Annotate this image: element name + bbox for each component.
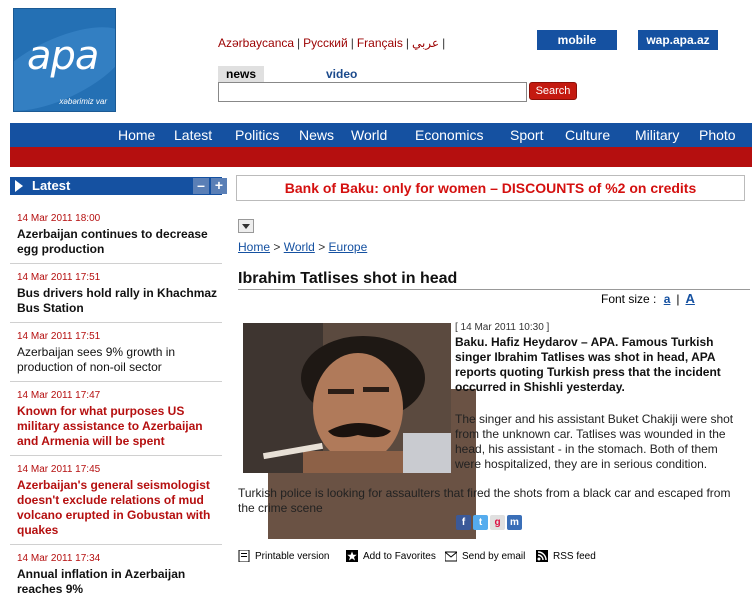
expand-button[interactable]: + — [211, 178, 227, 194]
article-paragraph: Turkish police is looking for assaulters… — [238, 486, 731, 515]
send-by-email-link[interactable]: Send by email — [444, 549, 526, 565]
news-title-link[interactable]: Azerbaijan's general seismologist doesn'… — [17, 478, 222, 538]
latest-news-list: 14 Mar 2011 18:00 Azerbaijan continues t… — [10, 205, 222, 600]
sub-nav-bar — [10, 147, 752, 167]
news-date: 14 Mar 2011 17:51 — [17, 272, 101, 283]
mobile-link[interactable]: mobile — [537, 30, 617, 50]
nav-item-sport[interactable]: Sport — [510, 123, 543, 147]
rss-feed-label: RSS feed — [553, 551, 596, 562]
article-lead: Baku. Hafiz Heydarov – APA. Famous Turki… — [455, 335, 721, 394]
send-by-email-label: Send by email — [462, 551, 526, 562]
article-date: [ 14 Mar 2011 10:30 ] — [455, 322, 550, 333]
lang-french[interactable]: Français — [357, 36, 403, 50]
main-nav: Home Latest Politics News World Economic… — [10, 123, 752, 147]
add-to-favorites-link[interactable]: Add to Favorites — [346, 549, 436, 565]
wap-link[interactable]: wap.apa.az — [638, 30, 718, 50]
search-tab-news[interactable]: news — [218, 66, 265, 82]
search-tab-video[interactable]: video — [318, 66, 365, 82]
search-input[interactable] — [218, 82, 527, 102]
breadcrumb-home[interactable]: Home — [238, 240, 270, 254]
nav-item-home[interactable]: Home — [118, 123, 155, 147]
google-buzz-icon[interactable]: g — [490, 515, 505, 530]
nav-item-military[interactable]: Military — [635, 123, 679, 147]
lang-arabic[interactable]: عربي — [412, 36, 439, 50]
printable-version-label: Printable version — [255, 551, 330, 562]
language-switcher: Azərbaycanca | Русский | Français | عربي | — [218, 36, 446, 50]
news-date: 14 Mar 2011 17:47 — [17, 390, 101, 401]
font-size-label: Font size : — [601, 292, 657, 306]
twitter-icon[interactable]: t — [473, 515, 488, 530]
rss-feed-link[interactable]: RSS feed — [536, 549, 596, 565]
star-icon — [346, 550, 358, 563]
breadcrumb-separator: > — [273, 240, 281, 254]
article-tools: Printable version Add to Favorites Send … — [238, 549, 750, 567]
nav-item-culture[interactable]: Culture — [565, 123, 610, 147]
lang-azerbaijani[interactable]: Azərbaycanca — [218, 36, 294, 50]
email-icon — [444, 550, 458, 562]
list-item[interactable]: 14 Mar 2011 17:51 Bus drivers hold rally… — [10, 264, 222, 323]
news-title-link[interactable]: Azerbaijan continues to decrease egg pro… — [17, 227, 222, 257]
breadcrumb: Home > World > Europe — [238, 240, 367, 254]
news-title-link[interactable]: Known for what purposes US military assi… — [17, 404, 222, 449]
latest-title: Latest — [32, 178, 71, 193]
list-item[interactable]: 14 Mar 2011 17:45 Azerbaijan's general s… — [10, 456, 222, 545]
article-title: Ibrahim Tatlises shot in head — [238, 270, 458, 287]
news-title-link[interactable]: Bus drivers hold rally in Khachmaz Bus S… — [17, 286, 222, 316]
article-paragraph: The singer and his assistant Buket Chaki… — [455, 412, 734, 471]
search-tabs: news photo video — [218, 66, 526, 539]
logo-text: apa — [27, 33, 99, 79]
news-date: 14 Mar 2011 17:34 — [17, 553, 101, 564]
news-title-link[interactable]: Annual inflation in Azerbaijan reaches 9… — [17, 567, 222, 597]
list-item[interactable]: 14 Mar 2011 17:34 Annual inflation in Az… — [10, 545, 222, 600]
ad-banner[interactable]: Bank of Baku: only for women – DISCOUNTS… — [236, 175, 745, 201]
news-date: 14 Mar 2011 18:00 — [17, 213, 101, 224]
add-to-favorites-label: Add to Favorites — [363, 551, 436, 562]
news-date: 14 Mar 2011 17:45 — [17, 464, 101, 475]
font-size-separator: | — [676, 292, 680, 306]
apa-logo[interactable]: apa xəbərimiz var — [13, 8, 116, 112]
rss-icon — [536, 550, 548, 563]
portrait-image — [243, 323, 451, 473]
title-divider — [238, 289, 750, 290]
logo-tagline: xəbərimiz var — [59, 97, 107, 106]
triangle-right-icon — [15, 180, 23, 192]
article-photo — [243, 323, 451, 473]
font-size-small-button[interactable]: a — [664, 292, 671, 306]
collapse-button[interactable]: – — [193, 178, 209, 194]
nav-item-economics[interactable]: Economics — [415, 123, 483, 147]
breadcrumb-europe[interactable]: Europe — [329, 240, 368, 254]
nav-item-photo[interactable]: Photo — [699, 123, 736, 147]
chevron-down-icon[interactable] — [238, 219, 254, 233]
printable-version-link[interactable]: Printable version — [238, 549, 329, 565]
list-item[interactable]: 14 Mar 2011 17:51 Azerbaijan sees 9% gro… — [10, 323, 222, 382]
latest-header: Latest – + — [10, 177, 227, 195]
news-title-link[interactable]: Azerbaijan sees 9% growth in production … — [17, 345, 222, 375]
breadcrumb-separator: > — [318, 240, 326, 254]
nav-item-news[interactable]: News — [299, 123, 334, 147]
search-button[interactable]: Search — [529, 82, 577, 100]
list-item[interactable]: 14 Mar 2011 17:47 Known for what purpose… — [10, 382, 222, 456]
share-buttons: ftgm — [456, 514, 524, 530]
news-date: 14 Mar 2011 17:51 — [17, 331, 101, 342]
font-size-control: Font size : a | A — [601, 291, 699, 306]
myspace-icon[interactable]: m — [507, 515, 522, 530]
lang-russian[interactable]: Русский — [303, 36, 348, 50]
font-size-large-button[interactable]: A — [686, 291, 695, 306]
list-item[interactable]: 14 Mar 2011 18:00 Azerbaijan continues t… — [10, 205, 222, 264]
breadcrumb-world[interactable]: World — [284, 240, 315, 254]
nav-item-latest[interactable]: Latest — [174, 123, 212, 147]
nav-item-world[interactable]: World — [351, 123, 387, 147]
facebook-icon[interactable]: f — [456, 515, 471, 530]
document-icon — [238, 549, 250, 563]
nav-item-politics[interactable]: Politics — [235, 123, 279, 147]
